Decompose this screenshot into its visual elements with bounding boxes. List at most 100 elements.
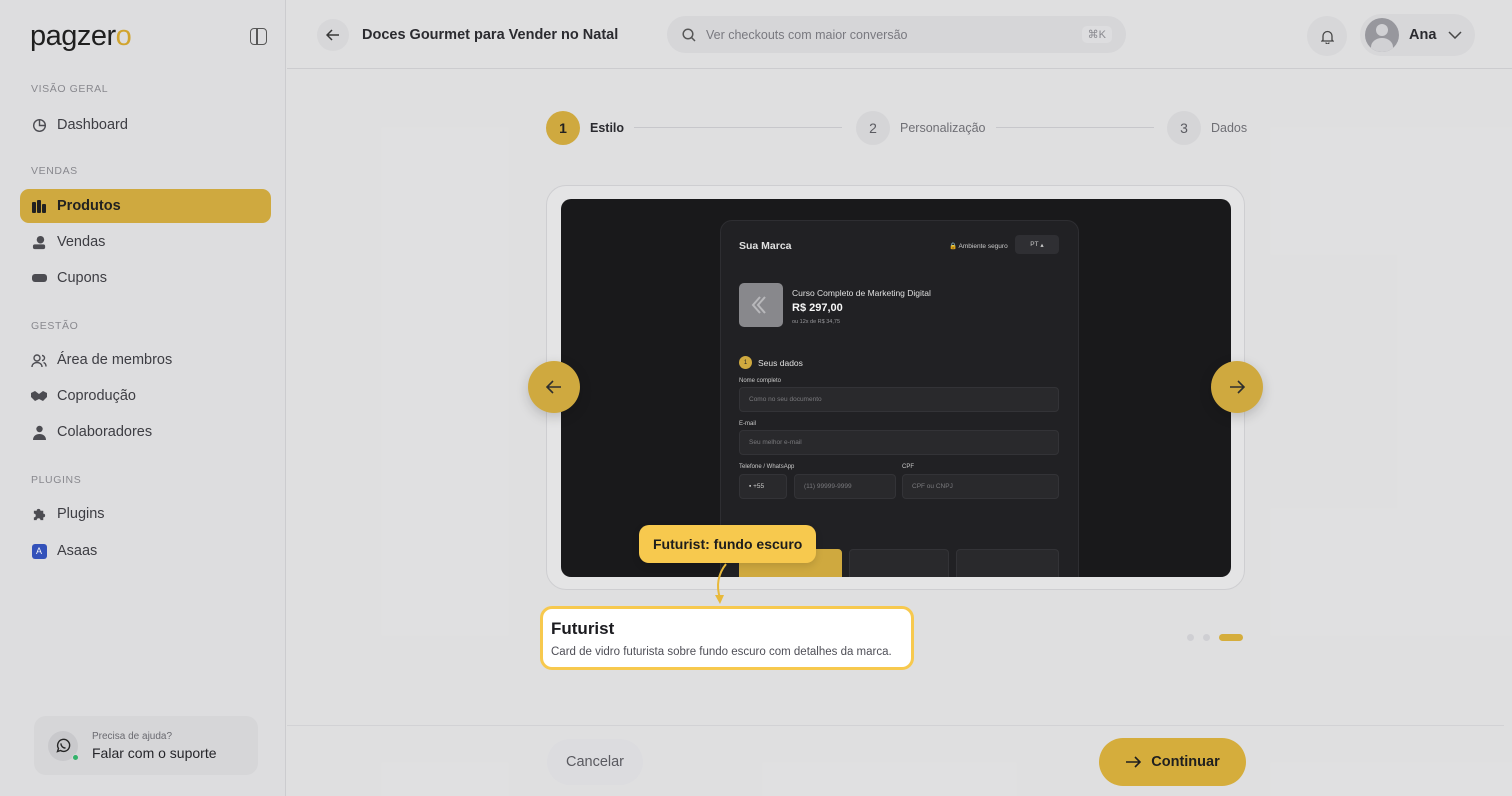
handshake-icon xyxy=(31,388,47,404)
sidebar-item-label: Vendas xyxy=(57,234,106,250)
footer-divider xyxy=(287,725,1504,726)
sidebar-item-label: Plugins xyxy=(57,506,105,522)
chart-icon xyxy=(31,117,47,133)
support-link: Falar com o suporte xyxy=(92,744,217,761)
sidebar-item-colaboradores[interactable]: Colaboradores xyxy=(20,415,271,449)
sidebar-item-label: Dashboard xyxy=(57,117,128,133)
country-code: +55 xyxy=(753,483,765,490)
users-icon xyxy=(31,352,47,368)
sidebar-item-asaas[interactable]: A Asaas xyxy=(20,534,271,568)
phone-field: (11) 99999-9999 xyxy=(794,474,896,499)
next-template-button[interactable] xyxy=(1211,361,1263,413)
cpf-label: CPF xyxy=(902,464,914,470)
template-name: Futurist xyxy=(551,619,615,638)
puzzle-icon xyxy=(31,506,47,522)
page-title: Doces Gourmet para Vender no Natal xyxy=(362,27,619,43)
language-label: PT xyxy=(1030,241,1039,248)
user-name: Ana xyxy=(1409,27,1437,43)
name-label: Nome completo xyxy=(739,378,782,384)
carousel-dot[interactable] xyxy=(1203,634,1210,641)
sidebar-item-label: Colaboradores xyxy=(57,424,153,440)
sidebar-item-label: Cupons xyxy=(57,270,107,286)
sidebar-item-label: Área de membros xyxy=(57,352,173,368)
collapse-sidebar-icon[interactable] xyxy=(250,28,267,45)
ticket-icon xyxy=(31,270,47,286)
notifications-button[interactable] xyxy=(1307,16,1347,56)
checkout-card: Sua Marca 🔒 Ambiente seguro PT ▴ Curso C… xyxy=(720,220,1079,577)
step-connector xyxy=(634,127,842,128)
search-input[interactable]: Ver checkouts com maior conversão ⌘K xyxy=(667,16,1126,53)
logo-text: pagzer xyxy=(30,20,116,52)
avatar xyxy=(1365,18,1399,52)
step-1-label[interactable]: Estilo xyxy=(590,121,624,135)
online-status-dot xyxy=(72,753,79,761)
phone-label: Telefone / WhatsApp xyxy=(739,464,795,470)
section-title-plugins: PLUGINS xyxy=(31,474,82,486)
secure-text: Ambiente seguro xyxy=(958,243,1008,250)
sidebar-item-coproducao[interactable]: Coprodução xyxy=(20,379,271,413)
checkout-price: R$ 297,00 xyxy=(792,302,843,314)
step-3-label[interactable]: Dados xyxy=(1211,121,1247,135)
user-icon xyxy=(31,424,47,440)
tour-tooltip: Futurist: fundo escuro xyxy=(639,525,817,563)
sidebar-item-plugins[interactable]: Plugins xyxy=(20,497,271,531)
checkout-secure-label: 🔒 Ambiente seguro xyxy=(949,243,1008,250)
section-title-visao-geral: VISÃO GERAL xyxy=(31,83,109,95)
sidebar-item-label: Asaas xyxy=(57,543,98,559)
box-icon xyxy=(31,198,47,214)
template-description: Card de vidro futurista sobre fundo escu… xyxy=(551,646,892,658)
search-placeholder: Ver checkouts com maior conversão xyxy=(706,27,908,42)
email-label: E-mail xyxy=(739,421,757,427)
checkout-step-number: 1 xyxy=(739,356,752,369)
phone-country-code: ▪ +55 xyxy=(739,474,787,499)
sidebar-item-label: Produtos xyxy=(57,198,121,214)
product-thumbnail xyxy=(739,283,783,327)
top-header: Doces Gourmet para Vender no Natal Ver c… xyxy=(287,0,1512,69)
checkout-product-name: Curso Completo de Marketing Digital xyxy=(792,288,931,298)
checkout-installments: ou 12x de R$ 34,75 xyxy=(792,319,841,325)
payment-option-pix xyxy=(849,549,949,577)
search-icon xyxy=(682,27,696,42)
logo-accent: o xyxy=(115,20,132,52)
carousel-pagination xyxy=(1187,634,1243,641)
carousel-dot[interactable] xyxy=(1187,634,1194,641)
arrow-right-icon xyxy=(1126,756,1142,768)
step-1-circle[interactable]: 1 xyxy=(546,111,580,145)
continue-label: Continuar xyxy=(1151,754,1220,770)
step-2-circle[interactable]: 2 xyxy=(856,111,890,145)
search-shortcut: ⌘K xyxy=(1081,26,1112,43)
whatsapp-icon xyxy=(48,730,79,761)
support-card[interactable]: Precisa de ajuda? Falar com o suporte xyxy=(34,716,258,775)
step-2-label[interactable]: Personalização xyxy=(900,121,985,135)
section-title-gestao: GESTÃO xyxy=(31,320,79,332)
previous-template-button[interactable] xyxy=(528,361,580,413)
sidebar-item-dashboard[interactable]: Dashboard xyxy=(20,108,271,142)
logo[interactable]: pagzero xyxy=(30,20,132,53)
sidebar-item-label: Coprodução xyxy=(57,388,136,404)
arrow-left-icon xyxy=(546,380,561,394)
support-prompt: Precisa de ajuda? xyxy=(92,730,173,742)
sidebar-item-vendas[interactable]: Vendas xyxy=(20,225,271,259)
money-icon xyxy=(31,234,47,250)
section-title-vendas: VENDAS xyxy=(31,165,78,177)
checkout-preview: Sua Marca 🔒 Ambiente seguro PT ▴ Curso C… xyxy=(561,199,1231,577)
template-info-card: Futurist Card de vidro futurista sobre f… xyxy=(540,606,914,670)
carousel-dot-active[interactable] xyxy=(1219,634,1243,641)
sidebar-item-area-de-membros[interactable]: Área de membros xyxy=(20,343,271,377)
cancel-button[interactable]: Cancelar xyxy=(547,739,643,785)
step-connector xyxy=(996,127,1154,128)
cpf-field: CPF ou CNPJ xyxy=(902,474,1059,499)
sidebar-item-cupons[interactable]: Cupons xyxy=(20,261,271,295)
continue-button[interactable]: Continuar xyxy=(1099,738,1246,786)
name-field: Como no seu documento xyxy=(739,387,1059,412)
tooltip-pointer-arrow xyxy=(715,563,727,604)
checkout-brand: Sua Marca xyxy=(739,240,792,252)
step-3-circle[interactable]: 3 xyxy=(1167,111,1201,145)
email-field: Seu melhor e-mail xyxy=(739,430,1059,455)
chevron-down-icon xyxy=(1448,31,1462,39)
back-button[interactable] xyxy=(317,19,349,51)
user-menu[interactable]: Ana xyxy=(1360,14,1475,56)
sidebar-item-produtos[interactable]: Produtos xyxy=(20,189,271,223)
arrow-left-icon xyxy=(326,29,339,41)
asaas-icon: A xyxy=(31,543,47,559)
